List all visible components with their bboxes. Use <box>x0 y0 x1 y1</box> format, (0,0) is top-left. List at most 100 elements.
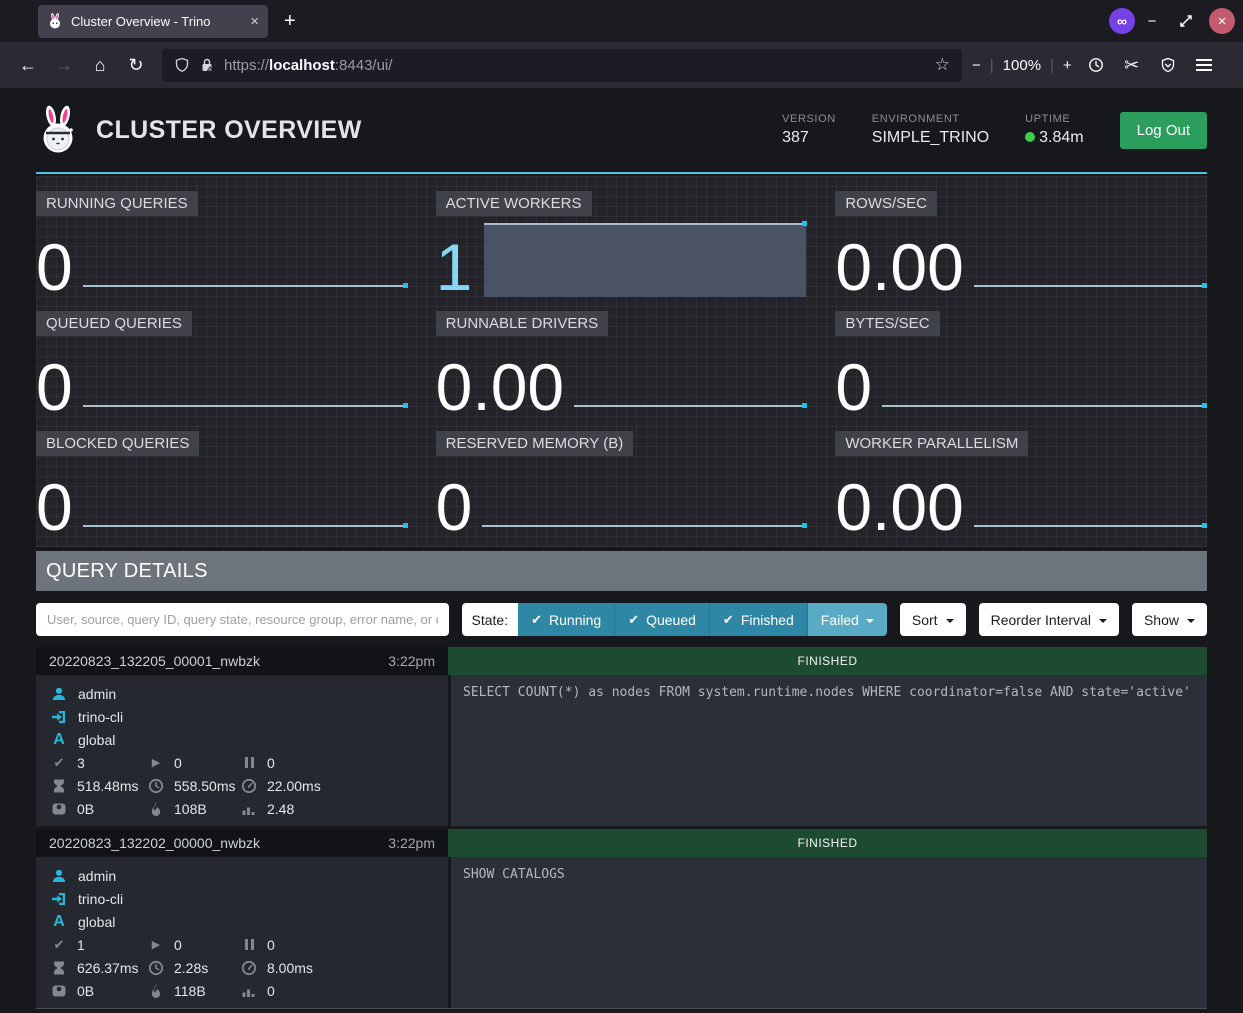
sparkline <box>83 525 407 527</box>
filter-finished-button[interactable]: ✔ Finished <box>709 603 807 636</box>
parallelism: 2.48 <box>267 801 294 817</box>
query-time: 3:22pm <box>388 653 435 669</box>
logout-button[interactable]: Log Out <box>1120 112 1207 149</box>
cluster-stats: RUNNING QUERIES 0 ACTIVE WORKERS 1 ROWS/… <box>36 176 1207 547</box>
stat-runnable-drivers: RUNNABLE DRIVERS 0.00 <box>436 311 808 418</box>
stat-running-queries: RUNNING QUERIES 0 <box>36 191 408 298</box>
url-text[interactable]: https://localhost:8443/ui/ <box>224 57 926 74</box>
minimize-button[interactable]: − <box>1135 13 1169 30</box>
protections-badge-button[interactable] <box>1152 49 1184 81</box>
close-window-button[interactable]: × <box>1209 8 1235 34</box>
browser-toolbar: ← → ⌂ ↻ https://localhost:8443/ui/ ☆ − |… <box>0 42 1243 88</box>
query-resource-group: global <box>78 914 115 930</box>
check-icon: ✔ <box>628 612 639 628</box>
browser-tab[interactable]: Cluster Overview - Trino × <box>38 5 268 38</box>
running-splits-icon: ▶ <box>148 756 164 769</box>
query-meta-panel: admin trino-cli Aglobal ✔3 ▶0 0 518.48ms… <box>36 675 448 826</box>
filter-queued-button[interactable]: ✔ Queued <box>614 603 709 636</box>
sparkline <box>482 525 806 527</box>
cumulative-memory: 108B <box>174 801 207 817</box>
tracking-shield-icon[interactable] <box>174 57 190 73</box>
wall-time: 518.48ms <box>77 778 138 794</box>
query-filter-toolbar: State: ✔ Running ✔ Queued ✔ Finished Fai… <box>36 603 1207 636</box>
user-icon <box>51 868 67 884</box>
zoom-level[interactable]: 100% <box>1003 57 1041 74</box>
maximize-icon <box>1178 13 1194 29</box>
cumulative-memory: 118B <box>174 983 206 999</box>
chevron-down-icon <box>946 619 954 623</box>
check-icon: ✔ <box>723 612 734 628</box>
chevron-down-icon <box>866 619 874 623</box>
stat-label: ACTIVE WORKERS <box>436 191 592 216</box>
wall-time: 626.37ms <box>77 960 138 976</box>
stat-worker-parallelism: WORKER PARALLELISM 0.00 <box>835 431 1207 538</box>
uptime-label: UPTIME <box>1025 113 1083 125</box>
new-tab-button[interactable]: + <box>284 10 296 33</box>
tab-close-icon[interactable]: × <box>250 13 259 30</box>
user-icon <box>51 686 67 702</box>
forward-button[interactable]: → <box>48 49 80 81</box>
elapsed-time-icon <box>148 778 164 794</box>
history-button[interactable] <box>1080 49 1112 81</box>
url-host: localhost <box>269 57 335 74</box>
url-bar[interactable]: https://localhost:8443/ui/ ☆ <box>162 49 962 82</box>
show-dropdown[interactable]: Show <box>1132 603 1207 636</box>
stat-reserved-memory: RESERVED MEMORY (B) 0 <box>436 431 808 538</box>
stat-value: 0 <box>36 357 73 418</box>
sparkline <box>574 405 806 407</box>
query-search-input[interactable] <box>36 603 449 636</box>
completed-splits: 1 <box>77 937 85 953</box>
badge-shield-icon <box>1160 57 1176 73</box>
stat-rows-sec: ROWS/SEC 0.00 <box>835 191 1207 298</box>
zoom-out-button[interactable]: − <box>972 57 981 74</box>
menu-button[interactable] <box>1188 49 1220 81</box>
query-header: 20220823_132205_00001_nwbzk 3:22pm <box>36 647 448 675</box>
maximize-button[interactable] <box>1169 13 1203 29</box>
running-splits-icon: ▶ <box>148 938 164 951</box>
lock-warning-icon[interactable] <box>199 57 215 73</box>
uptime-info: UPTIME 3.84m <box>1025 113 1083 147</box>
cumulative-memory-icon <box>148 983 164 999</box>
stat-label: BYTES/SEC <box>835 311 939 336</box>
sparkline <box>882 405 1206 407</box>
query-row: 20220823_132205_00001_nwbzk 3:22pm FINIS… <box>36 647 1207 826</box>
state-filter-group: State: ✔ Running ✔ Queued ✔ Finished Fai… <box>462 603 887 636</box>
running-splits: 0 <box>174 755 182 771</box>
queued-splits-icon <box>241 757 257 768</box>
stat-label: BLOCKED QUERIES <box>36 431 199 456</box>
stat-value: 0 <box>835 357 872 418</box>
elapsed-time: 2.28s <box>174 960 208 976</box>
elapsed-time-icon <box>148 960 164 976</box>
zoom-in-button[interactable]: + <box>1063 57 1072 74</box>
chevron-down-icon <box>1099 619 1107 623</box>
query-row: 20220823_132202_00000_nwbzk 3:22pm FINIS… <box>36 829 1207 1008</box>
query-sql-text: SHOW CATALOGS <box>448 857 1207 1008</box>
query-id-link[interactable]: 20220823_132205_00001_nwbzk <box>49 653 388 669</box>
reorder-interval-dropdown[interactable]: Reorder Interval <box>979 603 1119 636</box>
stat-value: 0.00 <box>436 357 564 418</box>
history-clock-icon <box>1088 57 1104 73</box>
stat-label: ROWS/SEC <box>835 191 937 216</box>
elapsed-time: 558.50ms <box>174 778 235 794</box>
cumulative-memory-icon <box>148 801 164 817</box>
bookmark-star-icon[interactable]: ☆ <box>935 55 950 75</box>
screenshot-button[interactable]: ✂ <box>1116 49 1148 81</box>
chevron-down-icon <box>1187 619 1195 623</box>
query-id-link[interactable]: 20220823_132202_00000_nwbzk <box>49 835 388 851</box>
reload-button[interactable]: ↻ <box>120 49 152 81</box>
sparkline <box>974 525 1206 527</box>
query-header: 20220823_132202_00000_nwbzk 3:22pm <box>36 829 448 857</box>
status-dot <box>1025 132 1035 142</box>
completed-splits-icon: ✔ <box>51 755 67 771</box>
filter-running-button[interactable]: ✔ Running <box>518 603 614 636</box>
filter-failed-dropdown[interactable]: Failed <box>807 603 887 636</box>
page-title: CLUSTER OVERVIEW <box>96 116 362 145</box>
check-icon: ✔ <box>531 612 542 628</box>
stat-value: 0.00 <box>835 237 963 298</box>
back-button[interactable]: ← <box>12 49 44 81</box>
home-button[interactable]: ⌂ <box>84 49 116 81</box>
sort-dropdown[interactable]: Sort <box>900 603 966 636</box>
url-path: :8443/ui/ <box>335 57 393 74</box>
parallelism-icon <box>241 801 257 817</box>
current-memory-icon <box>51 801 67 817</box>
